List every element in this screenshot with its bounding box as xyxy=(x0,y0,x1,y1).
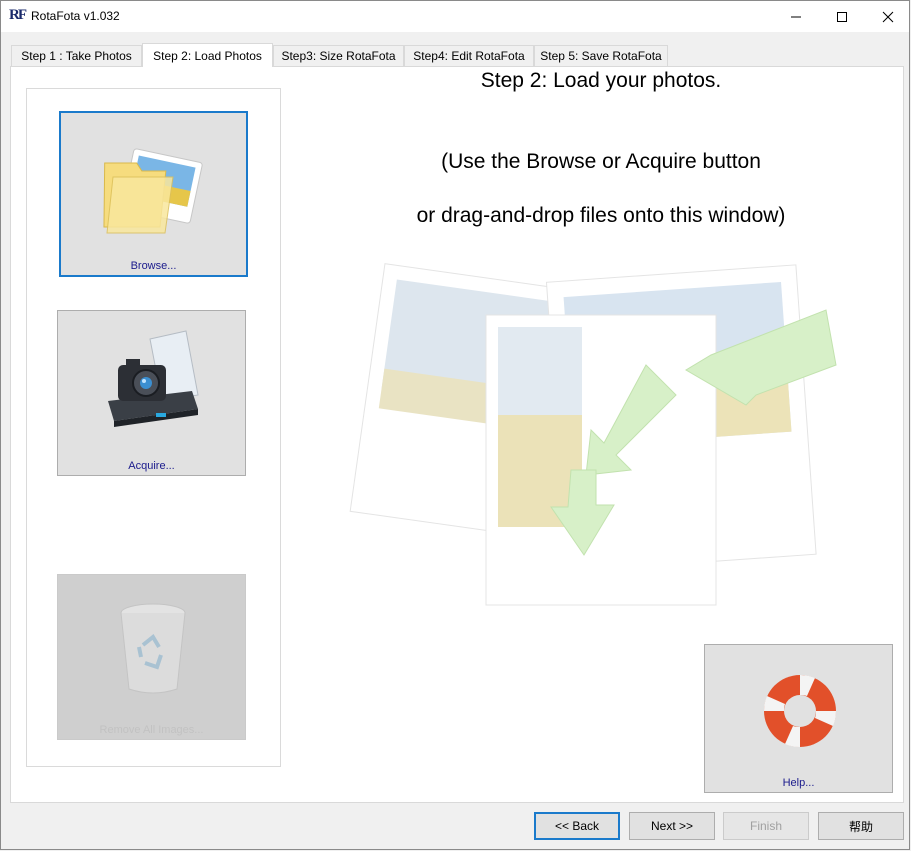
maximize-button[interactable] xyxy=(819,1,864,32)
instruction-line-2: or drag-and-drop files onto this window) xyxy=(416,204,786,227)
tab-size-rotafota[interactable]: Step3: Size RotaFota xyxy=(273,45,404,66)
tab-load-photos[interactable]: Step 2: Load Photos xyxy=(142,43,273,67)
next-button[interactable]: Next >> xyxy=(629,812,715,840)
close-button[interactable] xyxy=(865,1,910,32)
maximize-icon xyxy=(836,11,847,22)
acquire-button[interactable]: Acquire... xyxy=(57,310,246,476)
browse-button[interactable]: Browse... xyxy=(59,111,248,277)
help-button[interactable]: Help... xyxy=(704,644,893,793)
drop-photos-illustration xyxy=(349,263,837,606)
help-label: Help... xyxy=(782,777,815,789)
back-button[interactable]: << Back xyxy=(534,812,620,840)
acquire-label: Acquire... xyxy=(128,460,175,472)
load-photos-panel[interactable]: Browse... Acquire... Remove All Images..… xyxy=(10,66,904,803)
photo-folder-icon xyxy=(103,148,203,234)
finish-button[interactable]: Finish xyxy=(723,812,809,840)
help-footer-button[interactable]: 帮助 xyxy=(818,812,904,840)
lifebuoy-icon xyxy=(763,674,837,748)
recycle-bin-icon xyxy=(120,603,186,694)
close-icon xyxy=(882,11,893,22)
scanner-camera-icon xyxy=(108,330,199,427)
action-sidebar: Browse... Acquire... Remove All Images..… xyxy=(26,88,281,767)
step-heading: Step 2: Load your photos. xyxy=(480,69,722,92)
app-logo-icon: RF xyxy=(9,7,27,23)
remove-all-images-button[interactable]: Remove All Images... xyxy=(57,574,246,740)
minimize-icon xyxy=(790,16,801,17)
instruction-line-1: (Use the Browse or Acquire button xyxy=(441,150,761,173)
tab-take-photos[interactable]: Step 1 : Take Photos xyxy=(11,45,142,66)
remove-all-images-label: Remove All Images... xyxy=(99,724,204,736)
browse-label: Browse... xyxy=(130,260,177,272)
tab-edit-rotafota[interactable]: Step4: Edit RotaFota xyxy=(404,45,534,66)
app-window: RF RotaFota v1.032 Step 1 : Take Photos … xyxy=(0,0,910,850)
window-title: RotaFota v1.032 xyxy=(31,9,120,23)
title-bar: RF RotaFota v1.032 xyxy=(1,1,909,32)
tab-save-rotafota[interactable]: Step 5: Save RotaFota xyxy=(534,45,668,66)
minimize-button[interactable] xyxy=(773,1,818,32)
